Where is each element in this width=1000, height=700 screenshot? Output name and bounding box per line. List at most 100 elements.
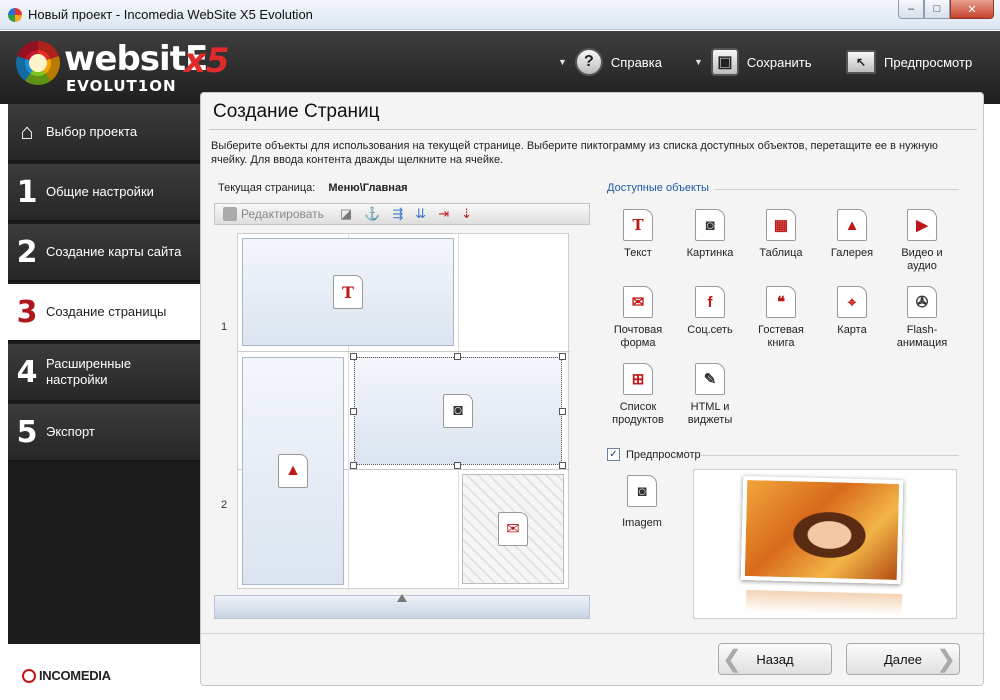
nav-item-general-settings[interactable]: 1 Общие настройки: [8, 164, 200, 222]
incomedia-logo: INCOMEDIA: [22, 668, 111, 683]
nav-item-label: Создание страницы: [46, 304, 167, 319]
nav-item-advanced-settings[interactable]: 4 Расширенные настройки: [8, 344, 200, 402]
object-label: Соц.сеть: [687, 324, 733, 336]
nav-item-number: 4: [16, 354, 38, 390]
resize-handle[interactable]: [559, 408, 566, 415]
layout-cell-image-selected[interactable]: ◙: [354, 357, 562, 465]
delete-row-icon[interactable]: ⇣: [461, 206, 472, 222]
object-html-widgets[interactable]: ✎ HTML и виджеты: [673, 363, 747, 427]
text-icon: T: [623, 209, 653, 241]
next-button[interactable]: Далее ❯: [846, 643, 960, 675]
minimize-button[interactable]: –: [898, 0, 924, 19]
current-page: Текущая страница: Меню\Главная: [218, 182, 408, 194]
edit-button[interactable]: Редактировать: [223, 207, 324, 221]
object-table[interactable]: ▦ Таблица: [744, 209, 818, 260]
dropdown-arrow-icon[interactable]: ▼: [694, 57, 703, 67]
app-logo: websitE x5 EVOLUT1ON: [16, 39, 246, 99]
nav-item-sitemap[interactable]: 2 Создание карты сайта: [8, 224, 200, 282]
app-icon: [8, 8, 22, 22]
save-label: Сохранить: [746, 54, 812, 70]
incomedia-ring-icon: [22, 668, 36, 683]
image-object-icon: ◙: [443, 394, 473, 428]
preview-divider: [701, 455, 959, 456]
shopping-cart-icon: ⊞: [623, 363, 653, 395]
envelope-icon: ✉: [623, 286, 653, 318]
nav-item-label: Экспорт: [46, 424, 95, 439]
edit-label: Редактировать: [241, 207, 324, 221]
nav-item-number: 2: [16, 234, 38, 270]
dropdown-arrow-icon[interactable]: ▼: [558, 57, 567, 67]
title-divider: [209, 129, 977, 130]
resize-handle[interactable]: [454, 353, 461, 360]
object-label: Текст: [624, 247, 652, 259]
resize-handle[interactable]: [454, 462, 461, 469]
social-icon: f: [695, 286, 725, 318]
delete-column-icon[interactable]: ⇥: [438, 206, 449, 222]
layout-cell-text[interactable]: T: [242, 238, 454, 346]
object-product-list[interactable]: ⊞ Список продуктов: [601, 363, 675, 427]
save-button[interactable]: ▼ ▣ Сохранить: [694, 47, 812, 77]
nav-item-project-selection[interactable]: ⌂ Выбор проекта: [8, 104, 200, 162]
nav-item-number: 3: [16, 294, 38, 330]
layout-cell-email-form[interactable]: ✉: [462, 474, 564, 584]
resize-handle[interactable]: [559, 462, 566, 469]
nav-item-label: Расширенные настройки: [46, 356, 132, 387]
object-social[interactable]: f Соц.сеть: [673, 286, 747, 337]
window-title-bar: Новый проект - Incomedia WebSite X5 Evol…: [0, 0, 1000, 30]
object-label: Flash-анимация: [896, 324, 948, 349]
resize-handle[interactable]: [350, 462, 357, 469]
home-icon: ⌂: [20, 119, 34, 144]
object-flash[interactable]: ✇ Flash-анимация: [885, 286, 959, 350]
layout-toolbar: Редактировать ◪ ⚓ ⇶ ⇊ ⇥ ⇣: [214, 203, 590, 225]
main-panel: Создание Страниц Выберите объекты для ис…: [200, 92, 985, 686]
logo-x5: x5: [184, 41, 230, 81]
nav-item-page-creation[interactable]: 3 Создание страницы: [8, 284, 206, 342]
maximize-button[interactable]: □: [924, 0, 950, 19]
grid-line: [238, 351, 570, 352]
row-number: 1: [221, 321, 228, 333]
object-guestbook[interactable]: ❝ Гостевая книга: [744, 286, 818, 350]
preview-button[interactable]: ↖ Предпросмотр: [846, 47, 972, 77]
object-gallery[interactable]: ▲ Галерея: [815, 209, 889, 260]
object-text[interactable]: T Текст: [601, 209, 675, 260]
style-icon[interactable]: ◪: [340, 206, 352, 222]
gallery-icon: ▲: [837, 209, 867, 241]
insert-column-icon[interactable]: ⇶: [392, 206, 403, 222]
checkbox[interactable]: ✓: [607, 448, 620, 461]
table-icon: ▦: [766, 209, 796, 241]
object-label: HTML и виджеты: [687, 401, 733, 426]
object-label: Гостевая книга: [758, 324, 804, 349]
nav-item-label: Создание карты сайта: [46, 244, 182, 259]
slider-thumb[interactable]: [397, 594, 407, 602]
anchor-icon[interactable]: ⚓: [364, 206, 380, 222]
insert-row-icon[interactable]: ⇊: [415, 206, 426, 222]
current-page-label: Текущая страница:: [218, 182, 316, 194]
object-label: Картинка: [686, 247, 734, 259]
logo-sub: EVOLUT1ON: [66, 77, 177, 95]
back-button[interactable]: ❮ Назад: [718, 643, 832, 675]
help-button[interactable]: ▼ ? Справка: [558, 47, 662, 77]
nav-item-export[interactable]: 5 Экспорт: [8, 404, 200, 462]
preview-photo-reflection: [745, 589, 903, 617]
preview-object: ◙ Imagem: [611, 475, 673, 529]
preview-checkbox[interactable]: ✓ Предпросмотр: [607, 448, 701, 461]
preview-box: [693, 469, 957, 619]
film-reel-icon: ✇: [907, 286, 937, 318]
close-button[interactable]: ✕: [950, 0, 994, 19]
email-form-object-icon: ✉: [498, 512, 528, 546]
html-code-icon: ✎: [695, 363, 725, 395]
nav-item-label: Общие настройки: [46, 184, 154, 199]
back-label: Назад: [756, 651, 794, 667]
resize-handle[interactable]: [350, 408, 357, 415]
resize-handle[interactable]: [559, 353, 566, 360]
object-video-audio[interactable]: ▶ Видео и аудио: [885, 209, 959, 273]
object-email-form[interactable]: ✉ Почтовая форма: [601, 286, 675, 350]
resize-handle[interactable]: [350, 353, 357, 360]
object-image[interactable]: ◙ Картинка: [673, 209, 747, 260]
layout-cell-gallery[interactable]: ▲: [242, 357, 344, 585]
gallery-object-icon: ▲: [278, 454, 308, 488]
page-description: Выберите объекты для использования на те…: [211, 140, 938, 166]
monitor-icon: ↖: [846, 50, 876, 74]
object-map[interactable]: ⌖ Карта: [815, 286, 889, 337]
column-width-slider[interactable]: [214, 594, 590, 619]
